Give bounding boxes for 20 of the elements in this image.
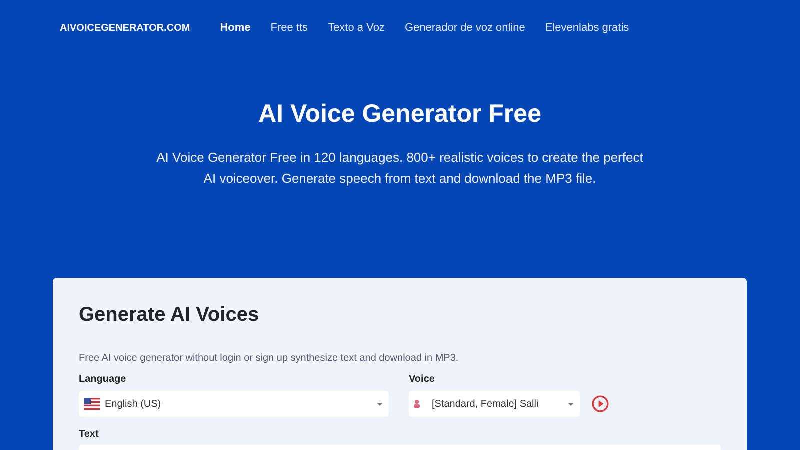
- nav-link[interactable]: Free tts: [260, 22, 318, 34]
- text-label: Text: [79, 429, 100, 440]
- caret-icon: [568, 402, 574, 406]
- language-label: Language: [79, 374, 128, 385]
- nav-link[interactable]: Home: [210, 22, 261, 34]
- play-button[interactable]: [592, 394, 609, 414]
- caret-icon: [377, 402, 383, 406]
- voice-select[interactable]: [Standard, Female] Salli: [409, 391, 580, 417]
- nav-link[interactable]: Texto a Voz: [318, 22, 395, 34]
- flag-icon: [84, 398, 100, 410]
- nav-link[interactable]: Generador de voz online: [394, 22, 536, 34]
- voice-label: Voice: [409, 374, 436, 385]
- language-select[interactable]: English (US): [79, 391, 389, 417]
- site-logo[interactable]: AIVOICEGENERATOR.COM: [60, 22, 190, 34]
- nav-link[interactable]: Elevenlabs gratis: [535, 22, 640, 34]
- hero-subtitle: AI Voice Generator Free in 120 languages. 800+ realistic voices to create the perfect AI voiceover. Generate speech from text and download the MP3 file.: [156, 149, 644, 188]
- hero-title: AI Voice Generator Free: [258, 100, 542, 129]
- card-description: Free AI voice generator without login or sign up synthesize text and download in MP3.: [79, 353, 460, 364]
- card-title: Generate AI Voices: [79, 304, 260, 327]
- person-icon: [414, 400, 420, 408]
